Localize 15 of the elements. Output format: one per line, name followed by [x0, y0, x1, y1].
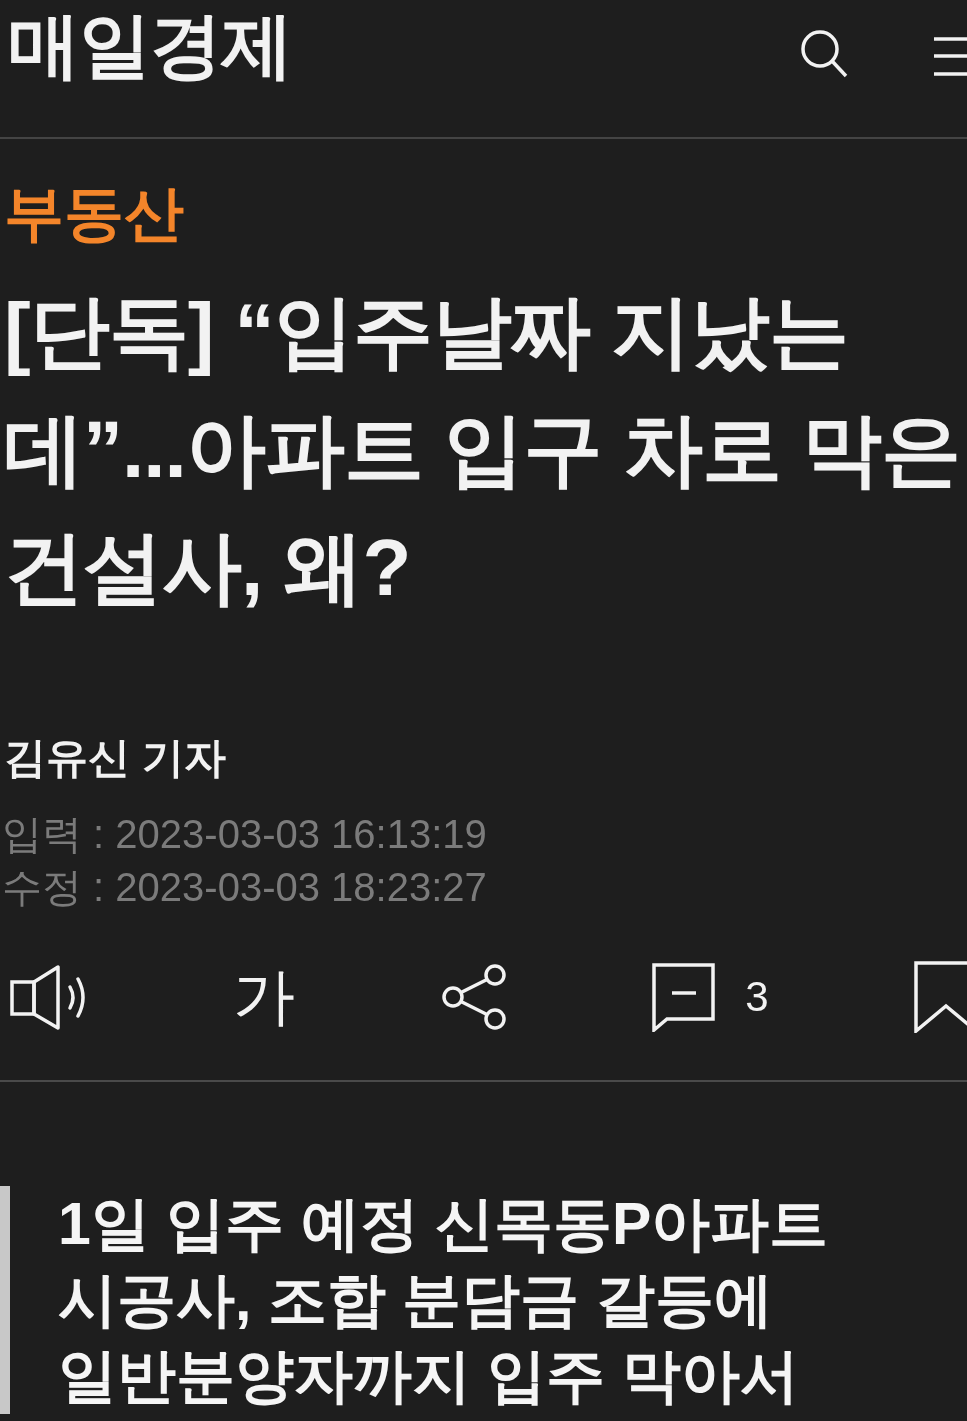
category-link[interactable]: 부동산 — [0, 178, 967, 250]
site-logo[interactable]: 매일경제 — [8, 9, 292, 81]
comments-button[interactable]: 3 — [652, 962, 769, 1032]
search-icon[interactable] — [798, 27, 848, 79]
comment-icon — [652, 962, 716, 1032]
timestamp: 수정 : 2023-03-03 18:23:27 — [1, 864, 488, 911]
article-headline: [단독] “입주날짜 지났는데”...아파트 입구 차로 막은 건설사, 왜? — [3, 286, 962, 614]
share-icon[interactable] — [440, 963, 507, 1031]
timestamp: 입력 : 2023-03-03 16:13:19 — [1, 811, 488, 858]
menu-icon[interactable] — [932, 35, 967, 77]
font-size-button[interactable]: 가 — [233, 966, 296, 1028]
article-summary: 1일 입주 예정 신목동P아파트 시공사, 조합 분담금 갈등에 일반분양자까지 입주 막아서 — [0, 1186, 967, 1414]
reporter-name: 김유신 기자 — [3, 733, 227, 783]
bookmark-icon[interactable] — [914, 961, 967, 1033]
speaker-icon[interactable] — [10, 963, 88, 1031]
